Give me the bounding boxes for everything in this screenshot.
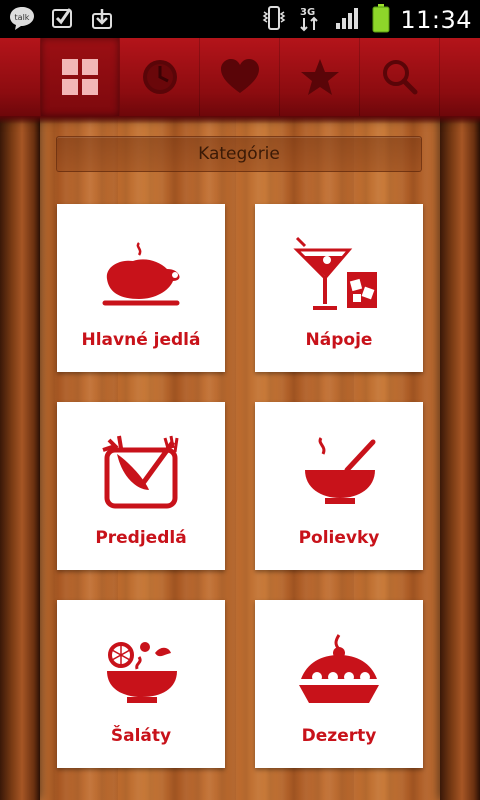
signal-icon <box>334 5 362 35</box>
app-screen: Kategórie Hlavné jedlá Nápoje Predjedlá … <box>0 38 480 800</box>
cutting-board-icon <box>91 432 191 512</box>
search-icon <box>382 60 417 95</box>
nav-tab-search[interactable] <box>360 38 440 116</box>
talk-icon: talk <box>8 4 36 32</box>
category-label: Predjedlá <box>95 528 187 548</box>
star-icon <box>300 59 339 95</box>
category-tile-main-dishes[interactable]: Hlavné jedlá <box>57 204 225 372</box>
drinks-icon <box>289 234 389 314</box>
nav-tab-recent[interactable] <box>120 38 200 116</box>
nav-tab-categories[interactable] <box>40 38 120 116</box>
roast-chicken-icon <box>91 234 191 314</box>
category-tile-salads[interactable]: Šaláty <box>57 600 225 768</box>
nav-tab-favorites[interactable] <box>200 38 280 116</box>
page-title: Kategórie <box>56 136 422 172</box>
category-label: Nápoje <box>305 330 373 350</box>
category-label: Polievky <box>298 528 380 548</box>
category-tile-drinks[interactable]: Nápoje <box>255 204 423 372</box>
category-tile-soups[interactable]: Polievky <box>255 402 423 570</box>
pie-icon <box>289 630 389 710</box>
heart-icon <box>220 59 259 93</box>
download-icon <box>88 4 116 32</box>
checkbox-icon <box>48 4 76 32</box>
svg-text:talk: talk <box>15 13 30 22</box>
clock-icon <box>142 60 177 94</box>
top-nav-bar <box>0 38 480 124</box>
status-bar: talk 3G 11:34 <box>0 0 480 38</box>
soup-bowl-icon <box>289 432 389 512</box>
clock: 11:34 <box>400 6 472 34</box>
wood-rail-right <box>440 38 480 800</box>
category-label: Šaláty <box>110 726 172 746</box>
category-tile-starters[interactable]: Predjedlá <box>57 402 225 570</box>
grid-icon <box>62 59 98 95</box>
battery-icon <box>372 3 390 37</box>
nav-tab-starred[interactable] <box>280 38 360 116</box>
category-label: Hlavné jedlá <box>81 330 201 350</box>
vibrate-icon <box>260 4 288 36</box>
salad-bowl-icon <box>91 630 191 710</box>
wood-rail-left <box>0 38 40 800</box>
svg-text:3G: 3G <box>300 7 315 18</box>
data-3g-icon: 3G <box>298 4 324 36</box>
category-label: Dezerty <box>301 726 377 746</box>
category-tile-desserts[interactable]: Dezerty <box>255 600 423 768</box>
